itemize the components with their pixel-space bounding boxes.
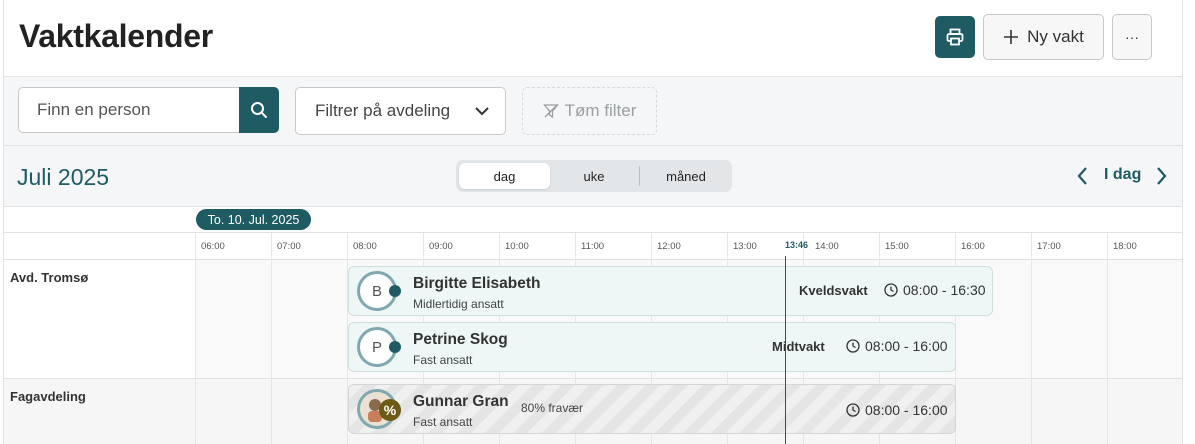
status-dot xyxy=(389,285,401,297)
body-gridline xyxy=(195,260,196,444)
person-name: Petrine Skog xyxy=(413,331,508,348)
body-gridline xyxy=(1031,260,1032,444)
hour-label: 07:00 xyxy=(277,241,301,252)
plus-icon xyxy=(1004,30,1019,44)
view-separator xyxy=(639,166,640,186)
hour-label: 12:00 xyxy=(657,241,681,252)
clock-icon xyxy=(846,339,860,353)
chevron-down-icon xyxy=(475,107,489,116)
hour-label: 14:00 xyxy=(815,241,839,252)
hour-gridline xyxy=(499,233,500,261)
employment-type: Fast ansatt xyxy=(413,415,473,429)
chevron-left-icon[interactable] xyxy=(1076,166,1090,186)
shift-time-text: 08:00 - 16:00 xyxy=(865,338,948,354)
shift-time: 08:00 - 16:00 xyxy=(846,338,948,354)
view-toggle: dag uke måned xyxy=(456,160,732,192)
hour-label: 17:00 xyxy=(1037,241,1061,252)
person-search-input[interactable] xyxy=(18,87,239,133)
current-time-indicator xyxy=(785,256,786,444)
absence-percentage: 80% fravær xyxy=(521,401,584,415)
filter-off-icon xyxy=(542,104,559,119)
period-bar: Juli 2025 dag uke måned I dag xyxy=(4,146,1182,207)
status-dot xyxy=(389,341,401,353)
department-filter-select[interactable]: Filtrer på avdeling xyxy=(295,87,506,135)
body-gridline xyxy=(1107,260,1108,444)
hour-gridline xyxy=(271,233,272,261)
shift-time-text: 08:00 - 16:00 xyxy=(865,402,948,418)
hour-label: 06:00 xyxy=(201,241,225,252)
shift-card[interactable]: B Birgitte Elisabeth Midlertidig ansatt … xyxy=(348,266,993,316)
body-gridline xyxy=(271,260,272,444)
hour-gridline xyxy=(1107,233,1108,261)
new-shift-button[interactable]: Ny vakt xyxy=(983,14,1104,60)
clock-icon xyxy=(846,403,860,417)
absence-shift-card[interactable]: % Gunnar Gran Fast ansatt 80% fravær 08:… xyxy=(348,384,956,434)
app-frame: Vaktkalender Ny vakt ··· Filtrer på av xyxy=(3,0,1183,444)
search-icon xyxy=(251,102,267,118)
hour-gridline xyxy=(651,233,652,261)
hour-gridline xyxy=(879,233,880,261)
hour-label: 08:00 xyxy=(353,241,377,252)
shift-time: 08:00 - 16:30 xyxy=(884,282,986,298)
current-month-label: Juli 2025 xyxy=(17,164,110,190)
print-button[interactable] xyxy=(935,16,975,58)
shift-type: Kveldsvakt xyxy=(799,283,868,298)
filter-bar: Filtrer på avdeling Tøm filter xyxy=(4,77,1182,146)
hour-gridline xyxy=(195,233,196,261)
more-options-button[interactable]: ··· xyxy=(1112,14,1152,60)
shift-card[interactable]: P Petrine Skog Fast ansatt Midtvakt 08:0… xyxy=(348,322,956,372)
hour-scale: 06:00 07:00 08:00 09:00 10:00 11:00 12:0… xyxy=(4,232,1182,261)
shift-time-text: 08:00 - 16:30 xyxy=(903,282,986,298)
page-title: Vaktkalender xyxy=(19,18,213,54)
clear-filter-button[interactable]: Tøm filter xyxy=(522,87,657,135)
new-shift-label: Ny vakt xyxy=(1027,27,1084,46)
search-button[interactable] xyxy=(239,87,279,133)
hour-label: 16:00 xyxy=(961,241,985,252)
absence-badge: % xyxy=(379,399,401,421)
clock-icon xyxy=(884,283,898,297)
person-name: Gunnar Gran xyxy=(413,393,509,410)
hour-gridline xyxy=(1031,233,1032,261)
hour-label: 18:00 xyxy=(1113,241,1137,252)
department-filter-label: Filtrer på avdeling xyxy=(315,101,451,120)
date-badge: To. 10. Jul. 2025 xyxy=(196,209,311,230)
hour-gridline xyxy=(955,233,956,261)
hour-label: 09:00 xyxy=(429,241,453,252)
view-month-button[interactable]: måned xyxy=(642,163,730,189)
department-name: Avd. Tromsø xyxy=(10,270,89,285)
hour-gridline xyxy=(575,233,576,261)
employment-type: Midlertidig ansatt xyxy=(413,297,504,311)
shift-time: 08:00 - 16:00 xyxy=(846,402,948,418)
hour-gridline xyxy=(423,233,424,261)
today-button[interactable]: I dag xyxy=(1104,166,1141,184)
hour-gridline xyxy=(347,233,348,261)
avatar-initial: P xyxy=(371,338,382,356)
shift-type: Midtvakt xyxy=(772,339,825,354)
view-week-button[interactable]: uke xyxy=(550,163,638,189)
view-day-button[interactable]: dag xyxy=(459,163,550,189)
hour-label: 10:00 xyxy=(505,241,529,252)
page-header: Vaktkalender Ny vakt ··· xyxy=(4,0,1182,77)
current-time-label: 13:46 xyxy=(785,240,809,250)
hour-label: 15:00 xyxy=(885,241,909,252)
hour-gridline xyxy=(727,233,728,261)
employment-type: Fast ansatt xyxy=(413,353,473,367)
department-name: Fagavdeling xyxy=(10,389,86,404)
person-name: Birgitte Elisabeth xyxy=(413,275,541,292)
avatar-initial: B xyxy=(371,282,382,300)
hour-label: 11:00 xyxy=(581,241,605,252)
hour-label: 13:00 xyxy=(733,241,757,252)
printer-icon xyxy=(946,28,964,46)
chevron-right-icon[interactable] xyxy=(1154,166,1168,186)
clear-filter-label: Tøm filter xyxy=(564,101,637,120)
